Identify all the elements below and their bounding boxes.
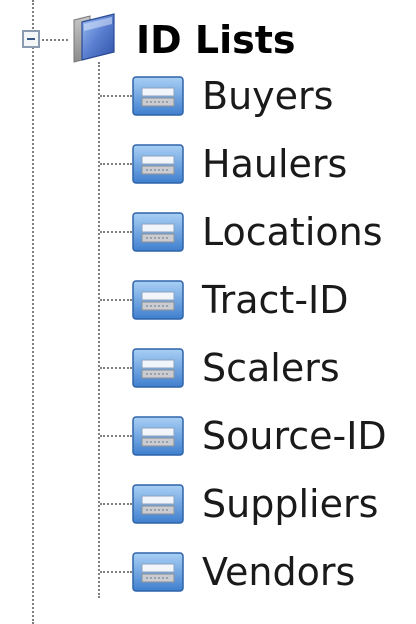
list-icon	[132, 280, 184, 320]
list-icon	[132, 144, 184, 184]
tree-item[interactable]: Tract-ID	[100, 266, 410, 334]
tree-item-label: Scalers	[202, 346, 340, 390]
list-icon	[132, 484, 184, 524]
tree-connector-line	[100, 503, 132, 505]
list-icon	[132, 416, 184, 456]
list-icon	[132, 348, 184, 388]
folder-icon[interactable]	[68, 12, 120, 64]
tree-item[interactable]: Scalers	[100, 334, 410, 402]
tree-item[interactable]: Haulers	[100, 130, 410, 198]
tree-item[interactable]: Vendors	[100, 538, 410, 606]
list-icon	[132, 552, 184, 592]
collapse-toggle-icon[interactable]	[22, 30, 40, 48]
tree-connector-line	[32, 0, 34, 624]
tree-item-label: Vendors	[202, 550, 356, 594]
list-icon	[132, 212, 184, 252]
tree-item-label: Locations	[202, 210, 383, 254]
tree-connector-line	[100, 367, 132, 369]
tree-connector-line	[100, 435, 132, 437]
tree-item-label: Source-ID	[202, 414, 387, 458]
tree-view: ID Lists Buyers Haulers Locations Tract-ID S…	[0, 0, 416, 624]
tree-item[interactable]: Buyers	[100, 62, 410, 130]
tree-item-label: Suppliers	[202, 482, 379, 526]
tree-root-label[interactable]: ID Lists	[136, 14, 296, 66]
tree-connector-line	[42, 39, 68, 41]
tree-connector-line	[100, 163, 132, 165]
tree-item[interactable]: Source-ID	[100, 402, 410, 470]
tree-connector-line	[100, 231, 132, 233]
tree-item-label: Haulers	[202, 142, 348, 186]
list-icon	[132, 76, 184, 116]
tree-connector-line	[100, 95, 132, 97]
tree-connector-line	[100, 571, 132, 573]
tree-item-label: Buyers	[202, 74, 334, 118]
tree-item[interactable]: Locations	[100, 198, 410, 266]
tree-item[interactable]: Suppliers	[100, 470, 410, 538]
tree-connector-line	[100, 299, 132, 301]
tree-item-label: Tract-ID	[202, 278, 349, 322]
